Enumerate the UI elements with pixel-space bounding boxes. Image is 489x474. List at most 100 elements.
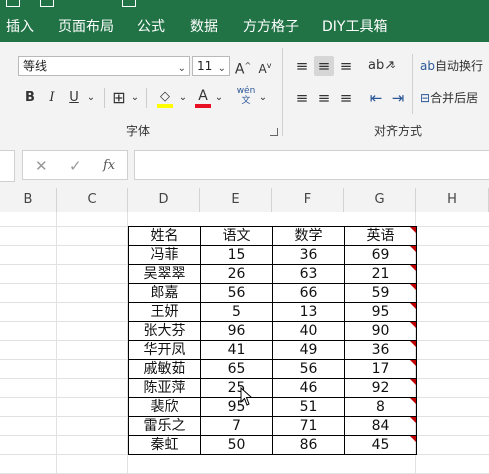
table-cell[interactable]: 71 [272,416,345,436]
undo-icon[interactable] [6,0,20,7]
table-cell[interactable]: 46 [272,378,345,398]
table-cell[interactable]: 25 [200,378,273,398]
increase-font-button[interactable]: A^ [234,56,252,80]
table-cell[interactable]: 裴欣 [128,397,201,417]
column-header-h[interactable]: H [416,188,489,212]
column-header-g[interactable]: G [344,188,416,212]
table-header-cell[interactable]: 英语 [344,226,417,246]
tab-fangfang[interactable]: 方方格子 [243,12,299,42]
table-cell[interactable]: 56 [272,359,345,379]
chevron-down-icon[interactable]: ⌄ [214,88,224,108]
chevron-down-icon[interactable]: ⌄ [130,88,140,108]
underline-button[interactable]: U [66,88,82,108]
font-color-button[interactable]: A [194,86,212,108]
align-middle-icon[interactable]: ≡ [314,56,334,76]
table-cell[interactable]: 张大芬 [128,321,201,341]
comment-indicator-icon[interactable] [410,417,416,423]
comment-indicator-icon[interactable] [410,360,416,366]
comment-indicator-icon[interactable] [410,303,416,309]
table-cell[interactable]: 吴翠翠 [128,264,201,284]
table-cell[interactable]: 49 [272,340,345,360]
table-cell[interactable]: 15 [200,245,273,265]
italic-button[interactable]: I [44,88,60,108]
decrease-indent-icon[interactable]: ⇤ [366,88,386,108]
table-cell[interactable]: 51 [272,397,345,417]
table-cell[interactable]: 96 [200,321,273,341]
cancel-icon[interactable]: ✕ [35,157,48,175]
table-cell[interactable]: 65 [200,359,273,379]
table-cell[interactable]: 冯菲 [128,245,201,265]
align-right-icon[interactable]: ≡ [336,88,356,108]
font-size-box[interactable]: 11 ⌄ [192,56,230,76]
table-cell[interactable]: 50 [200,435,273,455]
table-cell[interactable]: 郎嘉 [128,283,201,303]
column-header-c[interactable]: C [57,188,128,212]
table-cell[interactable]: 59 [344,283,417,303]
comment-indicator-icon[interactable] [410,246,416,252]
phonetic-icon[interactable]: wén 文 [236,86,256,106]
tab-diy-toolbox[interactable]: DIY工具箱 [322,12,387,42]
tab-data[interactable]: 数据 [190,12,218,42]
column-header-d[interactable]: D [128,188,200,212]
comment-indicator-icon[interactable] [410,379,416,385]
table-cell[interactable]: 5 [200,302,273,322]
table-cell[interactable]: 90 [344,321,417,341]
table-cell[interactable]: 36 [272,245,345,265]
name-box[interactable] [0,150,15,182]
comment-indicator-icon[interactable] [410,436,416,442]
table-cell[interactable]: 王妍 [128,302,201,322]
comment-indicator-icon[interactable] [410,398,416,404]
table-cell[interactable]: 40 [272,321,345,341]
decrease-font-button[interactable]: Av [256,56,274,79]
table-cell[interactable]: 雷乐之 [128,416,201,436]
table-cell[interactable]: 秦虹 [128,435,201,455]
chevron-down-icon[interactable]: ⌄ [258,88,268,108]
tab-page-layout[interactable]: 页面布局 [58,12,114,42]
align-bottom-icon[interactable]: ≡ [336,56,356,76]
table-cell[interactable]: 戚敏茹 [128,359,201,379]
table-header-cell[interactable]: 数学 [272,226,345,246]
comment-indicator-icon[interactable] [410,341,416,347]
chevron-down-icon[interactable]: ⌄ [388,56,398,76]
table-cell[interactable]: 41 [200,340,273,360]
table-cell[interactable]: 63 [272,264,345,284]
table-cell[interactable]: 7 [200,416,273,436]
table-cell[interactable]: 36 [344,340,417,360]
align-center-icon[interactable]: ≡ [314,88,334,108]
table-cell[interactable]: 13 [272,302,345,322]
column-header-e[interactable]: E [200,188,272,212]
table-header-cell[interactable]: 语文 [200,226,273,246]
formula-input[interactable] [134,150,489,180]
increase-indent-icon[interactable]: ⇥ [388,88,408,108]
chevron-down-icon[interactable]: ⌄ [178,88,188,108]
table-cell[interactable]: 8 [344,397,417,417]
fill-color-button[interactable]: ◇ [156,86,174,108]
align-top-icon[interactable]: ≡ [292,56,312,76]
table-cell[interactable]: 66 [272,283,345,303]
comment-indicator-icon[interactable] [410,322,416,328]
comment-indicator-icon[interactable] [410,284,416,290]
quick-access-icon[interactable] [122,0,136,7]
table-cell[interactable]: 86 [272,435,345,455]
merge-center-button[interactable]: ⊟合并后居 [420,88,489,108]
comment-indicator-icon[interactable] [410,265,416,271]
table-cell[interactable]: 56 [200,283,273,303]
tab-insert[interactable]: 插入 [6,12,34,42]
tab-formulas[interactable]: 公式 [137,12,165,42]
table-cell[interactable]: 华开凤 [128,340,201,360]
table-cell[interactable]: 84 [344,416,417,436]
align-left-icon[interactable]: ≡ [292,88,312,108]
comment-indicator-icon[interactable] [410,227,416,233]
border-icon[interactable]: ⊞ [110,88,128,108]
bold-button[interactable]: B [22,88,38,108]
column-header-b[interactable]: B [0,188,57,212]
font-dialog-launcher-icon[interactable] [270,128,278,136]
orientation-icon[interactable]: ab↗ [368,56,395,76]
table-cell[interactable]: 陈亚萍 [128,378,201,398]
table-cell[interactable]: 92 [344,378,417,398]
chevron-down-icon[interactable]: ⌄ [86,88,96,108]
column-header-f[interactable]: F [272,188,344,212]
wrap-text-button[interactable]: ab自动换行 [420,56,489,76]
table-cell[interactable]: 21 [344,264,417,284]
confirm-icon[interactable]: ✓ [69,157,82,175]
